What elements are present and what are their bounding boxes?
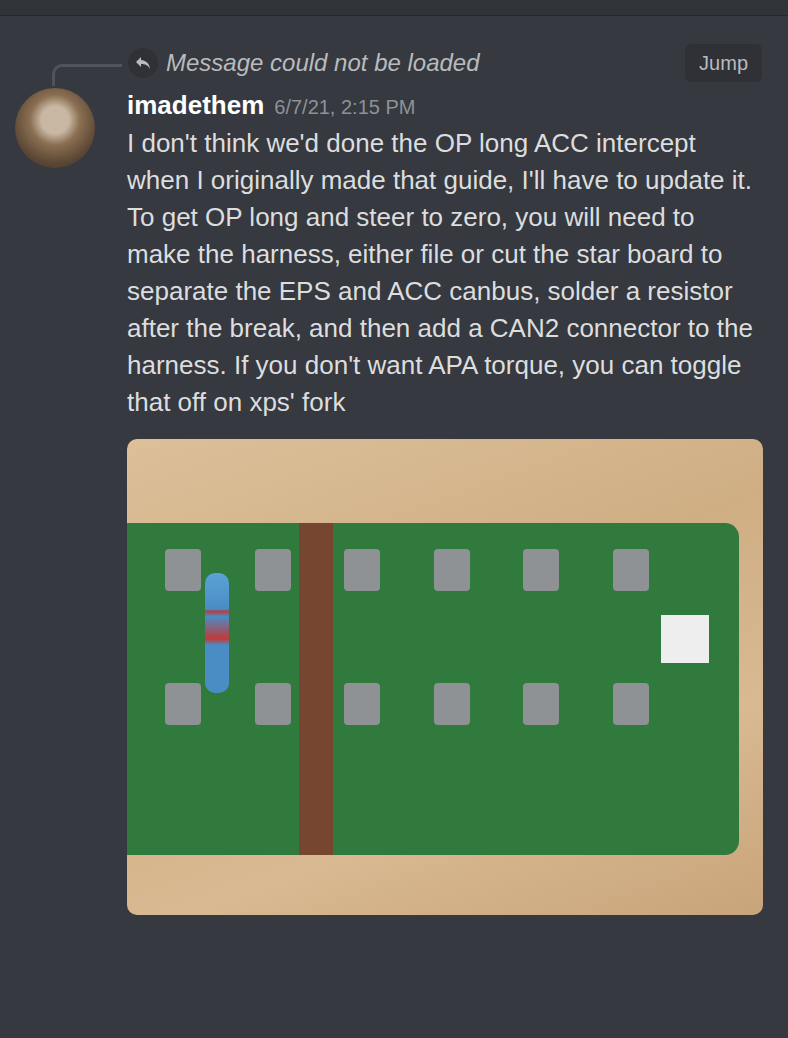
message-text: I don't think we'd done the OP long ACC … bbox=[127, 125, 762, 421]
resistor bbox=[205, 573, 229, 693]
circuit-board bbox=[127, 523, 739, 855]
jump-button[interactable]: Jump bbox=[685, 44, 762, 82]
message: imadethem 6/7/21, 2:15 PM I don't think … bbox=[0, 86, 788, 915]
reply-text: Message could not be loaded bbox=[166, 45, 480, 81]
photo-attachment[interactable] bbox=[127, 439, 763, 915]
author-name[interactable]: imadethem bbox=[127, 86, 264, 125]
reply-arrow-icon bbox=[128, 48, 158, 78]
timestamp: 6/7/21, 2:15 PM bbox=[274, 92, 415, 122]
avatar[interactable] bbox=[15, 88, 95, 168]
reply-spine bbox=[52, 64, 122, 86]
top-strip bbox=[0, 0, 788, 16]
reply-preview[interactable]: Message could not be loaded Jump bbox=[0, 16, 788, 86]
